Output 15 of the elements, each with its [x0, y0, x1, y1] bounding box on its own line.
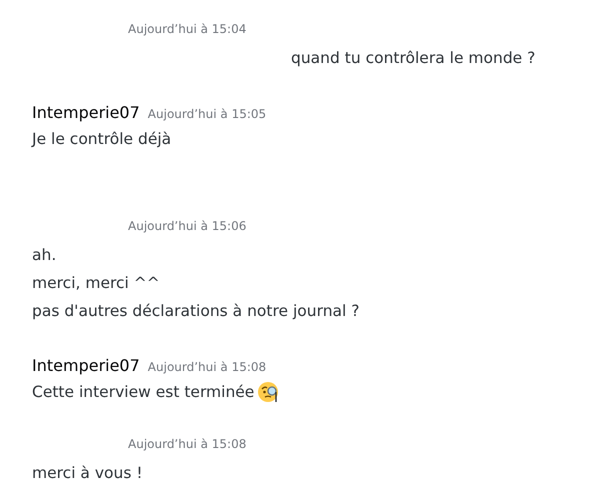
- username[interactable]: Intemperie07: [32, 356, 140, 375]
- timestamp: Aujourd’hui à 15:04: [128, 22, 246, 36]
- timestamp: Aujourd’hui à 15:08: [148, 360, 266, 374]
- timestamp: Aujourd’hui à 15:08: [128, 437, 246, 451]
- message-text: pas d'autres déclarations à notre journal ?: [32, 302, 360, 320]
- message-text: Cette interview est terminée: [32, 383, 254, 401]
- timestamp: Aujourd’hui à 15:06: [128, 219, 246, 233]
- monocle-face-icon: [258, 381, 280, 403]
- username[interactable]: Intemperie07: [32, 103, 140, 122]
- message-text: merci, merci ^^: [32, 274, 160, 292]
- message-text: ah.: [32, 246, 56, 264]
- timestamp: Aujourd’hui à 15:05: [148, 107, 266, 121]
- message-text: merci à vous !: [32, 464, 143, 482]
- message-text: Je le contrôle déjà: [32, 130, 172, 148]
- message-text: quand tu contrôlera le monde ?: [291, 49, 536, 67]
